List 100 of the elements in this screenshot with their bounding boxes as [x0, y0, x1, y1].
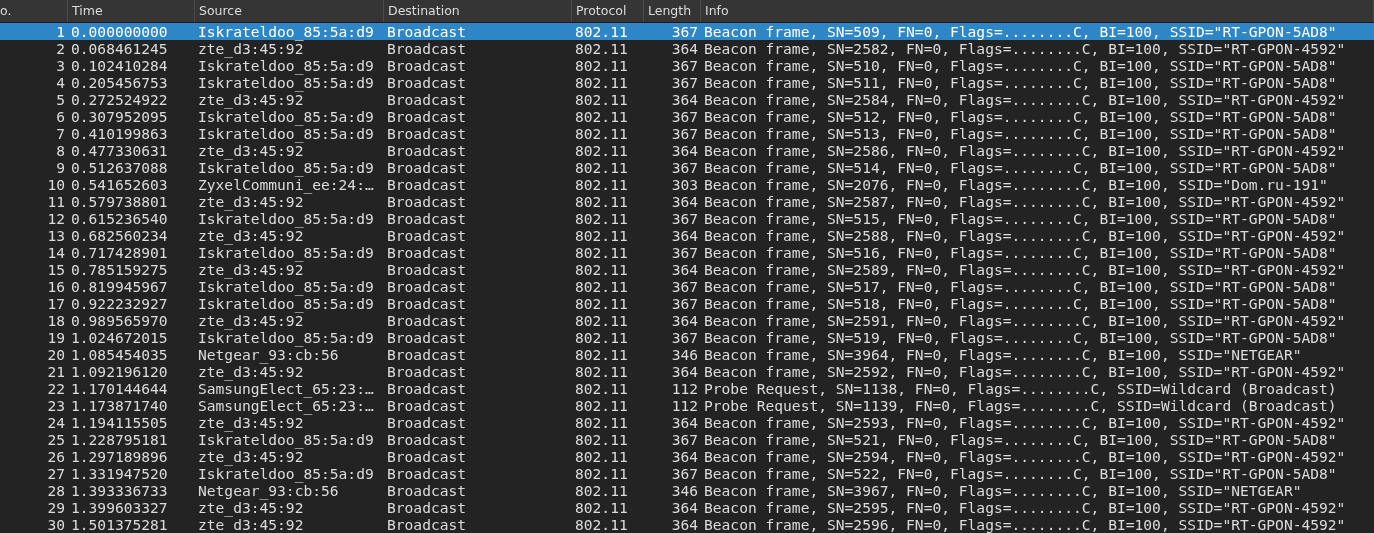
- info-cell-text: Beacon frame, SN=2588, FN=0, Flags=........C, BI=100, SSID="RT-GPON-4592": [703, 227, 1347, 244]
- packet-row[interactable]: 5 0.272524922 zte_d3:45:92 Broadcast 802.11 364 Beacon frame, SN=2584, FN=0, Flags=........C, BI=100, SSID="RT-GPON-4592": [0, 91, 1374, 108]
- source-cell-text: Iskrateldoo_85:5a:d9: [197, 295, 375, 312]
- info-cell-text: Beacon frame, SN=513, FN=0, Flags=........C, BI=100, SSID="RT-GPON-5AD8": [703, 125, 1338, 142]
- destination-cell-text: Broadcast: [386, 57, 468, 74]
- packet-row[interactable]: 27 1.331947520 Iskrateldoo_85:5a:d9 Broadcast 802.11 367 Beacon frame, SN=522, FN=0, Flags=........C, BI=100, SSID="RT-GPON-5AD8": [0, 465, 1374, 482]
- packet-row[interactable]: 13 0.682560234 zte_d3:45:92 Broadcast 802.11 364 Beacon frame, SN=2588, FN=0, Flags=........C, BI=100, SSID="RT-GPON-4592": [0, 227, 1374, 244]
- protocol-cell-text: 802.11: [574, 40, 629, 57]
- number-cell-text: 17: [46, 295, 66, 312]
- length-cell-text: 112: [670, 380, 699, 397]
- selected-packet-row[interactable]: 1 0.000000000 Iskrateldoo_85:5a:d9 Broadcast 802.11 367 Beacon frame, SN=509, FN=0, Flags=........C, BI=100, SSID="RT-GPON-5AD8": [0, 23, 1374, 40]
- packet-row[interactable]: 10 0.541652603 ZyxelCommuni_ee:24:… Broadcast 802.11 303 Beacon frame, SN=2076, FN=0, Flags=........C, BI=100, SSID="Dom.ru-191": [0, 176, 1374, 193]
- number-cell-text: 1: [55, 23, 66, 40]
- info-cell-text: Beacon frame, SN=517, FN=0, Flags=........C, BI=100, SSID="RT-GPON-5AD8": [703, 278, 1338, 295]
- destination-cell-text: Broadcast: [386, 210, 468, 227]
- number-cell-text: 8: [55, 142, 66, 159]
- packet-row[interactable]: 16 0.819945967 Iskrateldoo_85:5a:d9 Broadcast 802.11 367 Beacon frame, SN=517, FN=0, Flags=........C, BI=100, SSID="RT-GPON-5AD8": [0, 278, 1374, 295]
- destination-cell-text: Broadcast: [386, 176, 468, 193]
- packet-row[interactable]: 15 0.785159275 zte_d3:45:92 Broadcast 802.11 364 Beacon frame, SN=2589, FN=0, Flags=........C, BI=100, SSID="RT-GPON-4592": [0, 261, 1374, 278]
- packet-row[interactable]: 20 1.085454035 Netgear_93:cb:56 Broadcast 802.11 346 Beacon frame, SN=3964, FN=0, Flags=........C, BI=100, SSID="NETGEAR": [0, 346, 1374, 363]
- packet-row[interactable]: 21 1.092196120 zte_d3:45:92 Broadcast 802.11 364 Beacon frame, SN=2592, FN=0, Flags=........C, BI=100, SSID="RT-GPON-4592": [0, 363, 1374, 380]
- packet-row[interactable]: 4 0.205456753 Iskrateldoo_85:5a:d9 Broadcast 802.11 367 Beacon frame, SN=511, FN=0, Flags=........C, BI=100, SSID="RT-GPON-5AD8": [0, 74, 1374, 91]
- number-cell-text: 24: [46, 414, 66, 431]
- packet-row[interactable]: 2 0.068461245 zte_d3:45:92 Broadcast 802.11 364 Beacon frame, SN=2582, FN=0, Flags=........C, BI=100, SSID="RT-GPON-4592": [0, 40, 1374, 57]
- source-cell-text: zte_d3:45:92: [197, 142, 304, 159]
- source-cell-text: Iskrateldoo_85:5a:d9: [197, 74, 375, 91]
- packet-row[interactable]: 25 1.228795181 Iskrateldoo_85:5a:d9 Broadcast 802.11 367 Beacon frame, SN=521, FN=0, Flags=........C, BI=100, SSID="RT-GPON-5AD8": [0, 431, 1374, 448]
- packet-row[interactable]: 24 1.194115505 zte_d3:45:92 Broadcast 802.11 364 Beacon frame, SN=2593, FN=0, Flags=........C, BI=100, SSID="RT-GPON-4592": [0, 414, 1374, 431]
- column-header[interactable]: Source: [195, 0, 384, 22]
- packet-row[interactable]: 26 1.297189896 zte_d3:45:92 Broadcast 802.11 364 Beacon frame, SN=2594, FN=0, Flags=........C, BI=100, SSID="RT-GPON-4592": [0, 448, 1374, 465]
- destination-cell-text: Broadcast: [386, 516, 468, 533]
- info-cell-text: Beacon frame, SN=511, FN=0, Flags=........C, BI=100, SSID="RT-GPON-5AD8": [703, 74, 1338, 91]
- number-cell-text: 29: [46, 499, 66, 516]
- column-header[interactable]: o.: [0, 0, 68, 22]
- packet-row[interactable]: 22 1.170144644 SamsungElect_65:23:… Broadcast 802.11 112 Probe Request, SN=1138, FN=0, Flags=........C, SSID=Wildcard (Broadcast): [0, 380, 1374, 397]
- time-cell-text: 1.092196120: [70, 363, 169, 380]
- info-cell-text: Beacon frame, SN=509, FN=0, Flags=........C, BI=100, SSID="RT-GPON-5AD8": [703, 23, 1338, 40]
- source-cell-text: Netgear_93:cb:56: [197, 482, 339, 499]
- number-cell-text: 16: [46, 278, 66, 295]
- source-cell-text: zte_d3:45:92: [197, 516, 305, 533]
- info-cell-text: Beacon frame, SN=510, FN=0, Flags=........C, BI=100, SSID="RT-GPON-5AD8": [703, 57, 1338, 74]
- column-header[interactable]: Length: [644, 0, 701, 22]
- packet-row[interactable]: 14 0.717428901 Iskrateldoo_85:5a:d9 Broadcast 802.11 367 Beacon frame, SN=516, FN=0, Flags=........C, BI=100, SSID="RT-GPON-5AD8": [0, 244, 1374, 261]
- info-cell-text: Beacon frame, SN=2584, FN=0, Flags=........C, BI=100, SSID="RT-GPON-4592": [703, 91, 1347, 108]
- protocol-cell-text: 802.11: [574, 397, 629, 414]
- packet-row[interactable]: 17 0.922232927 Iskrateldoo_85:5a:d9 Broadcast 802.11 367 Beacon frame, SN=518, FN=0, Flags=........C, BI=100, SSID="RT-GPON-5AD8": [0, 295, 1374, 312]
- time-cell-text: 1.297189896: [70, 448, 169, 465]
- protocol-cell-text: 802.11: [574, 465, 629, 482]
- column-header[interactable]: Time: [68, 0, 195, 22]
- length-cell-text: 367: [670, 23, 699, 40]
- column-header[interactable]: Destination: [384, 0, 572, 22]
- length-cell-text: 364: [670, 312, 699, 329]
- source-cell-text: Iskrateldoo_85:5a:d9: [197, 244, 375, 261]
- time-cell-text: 0.410199863: [70, 125, 169, 142]
- packet-row[interactable]: 11 0.579738801 zte_d3:45:92 Broadcast 802.11 364 Beacon frame, SN=2587, FN=0, Flags=........C, BI=100, SSID="RT-GPON-4592": [0, 193, 1374, 210]
- info-cell-text: Beacon frame, SN=2592, FN=0, Flags=........C, BI=100, SSID="RT-GPON-4592": [703, 363, 1347, 380]
- time-cell-text: 0.785159275: [70, 261, 169, 278]
- source-cell-text: ZyxelCommuni_ee:24:…: [197, 176, 375, 193]
- number-cell-text: 15: [46, 261, 66, 278]
- time-cell-text: 1.170144644: [70, 380, 169, 397]
- destination-cell-text: Broadcast: [386, 295, 468, 312]
- info-cell-text: Beacon frame, SN=2076, FN=0, Flags=........C, BI=100, SSID="Dom.ru-191": [703, 176, 1329, 193]
- length-cell-text: 367: [670, 244, 699, 261]
- packet-row[interactable]: 18 0.989565970 zte_d3:45:92 Broadcast 802.11 364 Beacon frame, SN=2591, FN=0, Flags=........C, BI=100, SSID="RT-GPON-4592": [0, 312, 1374, 329]
- number-cell-text: 19: [46, 329, 66, 346]
- protocol-cell-text: 802.11: [574, 499, 629, 516]
- packet-row[interactable]: 8 0.477330631 zte_d3:45:92 Broadcast 802.11 364 Beacon frame, SN=2586, FN=0, Flags=........C, BI=100, SSID="RT-GPON-4592": [0, 142, 1374, 159]
- packet-row[interactable]: 28 1.393336733 Netgear_93:cb:56 Broadcast 802.11 346 Beacon frame, SN=3967, FN=0, Flags=........C, BI=100, SSID="NETGEAR": [0, 482, 1374, 499]
- destination-cell-text: Broadcast: [386, 278, 468, 295]
- time-cell-text: 0.579738801: [70, 193, 169, 210]
- destination-cell-text: Broadcast: [386, 397, 468, 414]
- info-cell-text: Beacon frame, SN=512, FN=0, Flags=........C, BI=100, SSID="RT-GPON-5AD8": [703, 108, 1338, 125]
- column-header[interactable]: Protocol: [572, 0, 644, 22]
- protocol-cell-text: 802.11: [574, 516, 629, 533]
- packet-row[interactable]: 6 0.307952095 Iskrateldoo_85:5a:d9 Broadcast 802.11 367 Beacon frame, SN=512, FN=0, Flags=........C, BI=100, SSID="RT-GPON-5AD8": [0, 108, 1374, 125]
- source-cell-text: SamsungElect_65:23:…: [197, 380, 375, 397]
- info-cell-text: Beacon frame, SN=522, FN=0, Flags=........C, BI=100, SSID="RT-GPON-5AD8": [703, 465, 1338, 482]
- length-cell-text: 364: [670, 516, 699, 533]
- destination-cell-text: Broadcast: [386, 125, 468, 142]
- time-cell-text: 0.717428901: [70, 244, 169, 261]
- protocol-cell-text: 802.11: [574, 193, 629, 210]
- length-cell-text: 367: [670, 125, 699, 142]
- packet-row[interactable]: 23 1.173871740 SamsungElect_65:23:… Broadcast 802.11 112 Probe Request, SN=1139, FN=0, Flags=........C, SSID=Wildcard (Broadcast): [0, 397, 1374, 414]
- packet-row[interactable]: 30 1.501375281 zte_d3:45:92 Broadcast 802.11 364 Beacon frame, SN=2596, FN=0, Flags=........C, BI=100, SSID="RT-GPON-4592": [0, 516, 1374, 533]
- time-cell-text: 0.307952095: [70, 108, 169, 125]
- packet-row[interactable]: 7 0.410199863 Iskrateldoo_85:5a:d9 Broadcast 802.11 367 Beacon frame, SN=513, FN=0, Flags=........C, BI=100, SSID="RT-GPON-5AD8": [0, 125, 1374, 142]
- source-cell-text: zte_d3:45:92: [197, 261, 304, 278]
- length-cell-text: 367: [670, 329, 699, 346]
- packet-row[interactable]: 12 0.615236540 Iskrateldoo_85:5a:d9 Broadcast 802.11 367 Beacon frame, SN=515, FN=0, Flags=........C, BI=100, SSID="RT-GPON-5AD8": [0, 210, 1374, 227]
- protocol-cell-text: 802.11: [574, 210, 629, 227]
- packet-row[interactable]: 29 1.399603327 zte_d3:45:92 Broadcast 802.11 364 Beacon frame, SN=2595, FN=0, Flags=........C, BI=100, SSID="RT-GPON-4592": [0, 499, 1374, 516]
- column-header[interactable]: Info: [701, 0, 1374, 22]
- protocol-cell-text: 802.11: [574, 23, 629, 40]
- source-cell-text: Iskrateldoo_85:5a:d9: [197, 159, 375, 176]
- destination-cell-text: Broadcast: [386, 40, 468, 57]
- packet-row[interactable]: 9 0.512637088 Iskrateldoo_85:5a:d9 Broadcast 802.11 367 Beacon frame, SN=514, FN=0, Flags=........C, BI=100, SSID="RT-GPON-5AD8": [0, 159, 1374, 176]
- packet-row[interactable]: 19 1.024672015 Iskrateldoo_85:5a:d9 Broadcast 802.11 367 Beacon frame, SN=519, FN=0, Flags=........C, BI=100, SSID="RT-GPON-5AD8": [0, 329, 1374, 346]
- destination-cell-text: Broadcast: [386, 142, 468, 159]
- length-cell-text: 112: [670, 397, 699, 414]
- packet-row[interactable]: 3 0.102410284 Iskrateldoo_85:5a:d9 Broadcast 802.11 367 Beacon frame, SN=510, FN=0, Flags=........C, BI=100, SSID="RT-GPON-5AD8": [0, 57, 1374, 74]
